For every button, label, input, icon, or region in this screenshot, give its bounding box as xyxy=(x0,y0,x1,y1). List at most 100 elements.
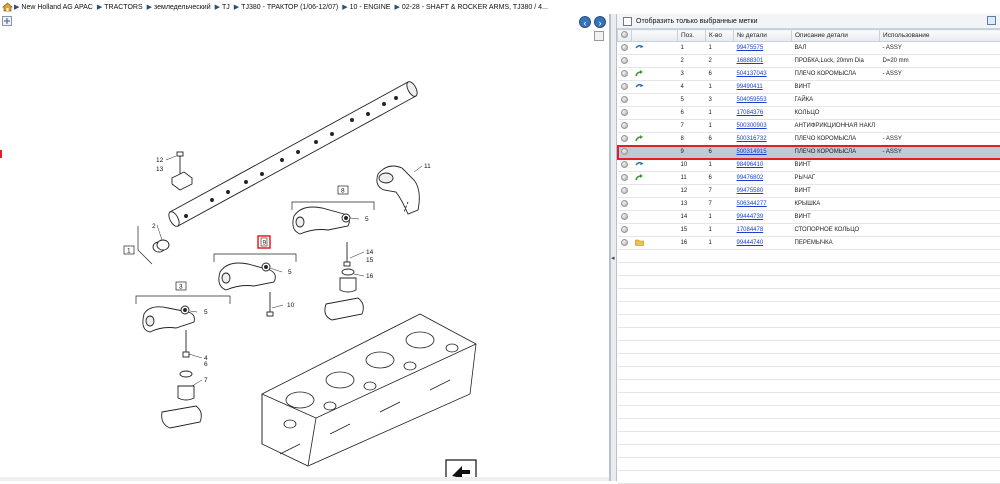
row-select-icon[interactable] xyxy=(621,174,628,181)
cell-usage xyxy=(880,172,1000,185)
breadcrumb-item[interactable]: ▶TJ xyxy=(215,3,230,11)
row-select-icon[interactable] xyxy=(621,200,628,207)
row-select-icon[interactable] xyxy=(621,122,628,129)
table-row[interactable]: 53504059553ГАЙКА xyxy=(618,94,1000,107)
row-select-cell[interactable] xyxy=(618,224,632,237)
pane-splitter[interactable]: ◂ xyxy=(610,14,617,481)
select-all-header[interactable] xyxy=(618,30,632,42)
part-number-link[interactable]: 17084478 xyxy=(737,227,764,233)
breadcrumb-item[interactable]: ▶02-28 - SHAFT & ROCKER ARMS, TJ380 / 4.… xyxy=(394,3,547,11)
home-icon[interactable] xyxy=(0,1,14,13)
row-select-icon[interactable] xyxy=(621,213,628,220)
row-select-icon[interactable] xyxy=(621,83,628,90)
callout-1: 1 xyxy=(127,248,131,255)
part-number-link[interactable]: 504137043 xyxy=(737,71,767,77)
cell-part-no: 99475575 xyxy=(734,42,792,55)
part-number-link[interactable]: 16888301 xyxy=(737,58,764,64)
row-select-cell[interactable] xyxy=(618,81,632,94)
show-selected-checkbox[interactable] xyxy=(623,17,632,26)
breadcrumb-item[interactable]: ▶земледельческий xyxy=(147,3,211,11)
arrow-icon[interactable] xyxy=(635,138,644,144)
row-select-cell[interactable] xyxy=(618,94,632,107)
row-select-icon[interactable] xyxy=(621,148,628,155)
table-row[interactable]: 11699476802РЫЧАГ xyxy=(618,172,1000,185)
row-select-cell[interactable] xyxy=(618,146,632,159)
breadcrumb-item[interactable]: ▶New Holland AG APAC xyxy=(14,3,93,11)
folder-icon[interactable] xyxy=(635,242,644,248)
row-select-cell[interactable] xyxy=(618,159,632,172)
row-select-cell[interactable] xyxy=(618,211,632,224)
column-header-description[interactable]: Описание детали xyxy=(792,30,880,42)
part-number-link[interactable]: 99444739 xyxy=(737,214,764,220)
table-row[interactable]: 71500300903АНТИФРИКЦИОННАЯ НАКЛ xyxy=(618,120,1000,133)
column-header-part-no[interactable]: № детали xyxy=(734,30,792,42)
link-icon[interactable] xyxy=(635,86,644,92)
row-select-icon[interactable] xyxy=(621,239,628,246)
table-row[interactable]: 10198496410ВИНТ xyxy=(618,159,1000,172)
row-select-icon[interactable] xyxy=(621,44,628,51)
breadcrumb-item[interactable]: ▶TJ380 - ТРАКТОР (1/06-12/07) xyxy=(234,3,338,11)
row-select-icon[interactable] xyxy=(621,109,628,116)
arrow-icon[interactable] xyxy=(635,73,644,79)
table-row[interactable]: 6117084376КОЛЬЦО xyxy=(618,107,1000,120)
part-number-link[interactable]: 504059553 xyxy=(737,97,767,103)
row-select-icon[interactable] xyxy=(621,70,628,77)
horizontal-scrollbar[interactable] xyxy=(0,477,609,481)
row-select-icon[interactable] xyxy=(621,187,628,194)
breadcrumb-item[interactable]: ▶TRACTORS xyxy=(97,3,143,11)
column-header-qty[interactable]: К-во xyxy=(706,30,734,42)
cell-part-no: 500314915 xyxy=(734,146,792,159)
part-number-link[interactable]: 500314915 xyxy=(737,149,767,155)
part-number-link[interactable]: 99490411 xyxy=(737,84,763,90)
row-select-cell[interactable] xyxy=(618,107,632,120)
select-all-icon[interactable] xyxy=(621,31,628,38)
row-select-cell[interactable] xyxy=(618,198,632,211)
table-row[interactable]: 36504137043ПЛЕЧО КОРОМЫСЛА- ASSY xyxy=(618,68,1000,81)
part-number-link[interactable]: 500300903 xyxy=(737,123,767,129)
callout-11: 11 xyxy=(424,163,431,170)
collapse-left-icon[interactable]: ◂ xyxy=(611,254,616,264)
row-select-cell[interactable] xyxy=(618,55,632,68)
part-number-link[interactable]: 500316732 xyxy=(737,136,767,142)
arrow-icon[interactable] xyxy=(635,177,644,183)
link-icon[interactable] xyxy=(635,164,644,170)
cell-qty: 1 xyxy=(706,237,734,250)
part-number-link[interactable]: 99475580 xyxy=(737,188,764,194)
table-row[interactable]: 16199444740ПЕРЕМЫЧКА xyxy=(618,237,1000,250)
part-number-link[interactable]: 99444740 xyxy=(737,240,764,246)
part-number-link[interactable]: 98496410 xyxy=(737,162,764,168)
breadcrumb-item[interactable]: ▶10 - ENGINE xyxy=(342,3,390,11)
part-number-link[interactable]: 506344277 xyxy=(737,201,767,207)
table-row[interactable]: 2216888301ПРОБКА,Lock, 20mm DiaD=20 mm xyxy=(618,55,1000,68)
part-number-link[interactable]: 99475575 xyxy=(737,45,764,51)
table-row[interactable]: 14199444739ВИНТ xyxy=(618,211,1000,224)
part-number-link[interactable]: 17084376 xyxy=(737,110,764,116)
row-select-cell[interactable] xyxy=(618,185,632,198)
table-row[interactable]: 15117084478СТОПОРНОЕ КОЛЬЦО xyxy=(618,224,1000,237)
row-select-cell[interactable] xyxy=(618,237,632,250)
row-icon-cell xyxy=(632,133,678,146)
exploded-diagram: 1 2 3 4 5 5 5 6 7 8 9 10 11 12 13 14 15 … xyxy=(0,14,609,481)
settings-icon[interactable] xyxy=(987,16,996,25)
row-select-cell[interactable] xyxy=(618,133,632,146)
row-select-cell[interactable] xyxy=(618,172,632,185)
table-row[interactable]: 4199490411ВИНТ xyxy=(618,81,1000,94)
row-select-cell[interactable] xyxy=(618,120,632,133)
row-select-icon[interactable] xyxy=(621,57,628,64)
table-row[interactable]: 12799475580ВИНТ xyxy=(618,185,1000,198)
column-header-usage[interactable]: Использование xyxy=(880,30,1000,42)
column-header-pos[interactable]: Поз. xyxy=(678,30,706,42)
callout-7: 7 xyxy=(204,377,208,384)
part-number-link[interactable]: 99476802 xyxy=(737,175,764,181)
link-icon[interactable] xyxy=(635,47,644,53)
table-row[interactable]: 96500314915ПЛЕЧО КОРОМЫСЛА- ASSY xyxy=(618,146,1000,159)
table-row[interactable]: 137506344277КРЫШКА xyxy=(618,198,1000,211)
row-select-cell[interactable] xyxy=(618,42,632,55)
row-select-icon[interactable] xyxy=(621,135,628,142)
row-select-icon[interactable] xyxy=(621,96,628,103)
row-select-cell[interactable] xyxy=(618,68,632,81)
row-select-icon[interactable] xyxy=(621,161,628,168)
table-row[interactable]: 86500316732ПЛЕЧО КОРОМЫСЛА- ASSY xyxy=(618,133,1000,146)
row-select-icon[interactable] xyxy=(621,226,628,233)
table-row[interactable]: 1199475575ВАЛ- ASSY xyxy=(618,42,1000,55)
